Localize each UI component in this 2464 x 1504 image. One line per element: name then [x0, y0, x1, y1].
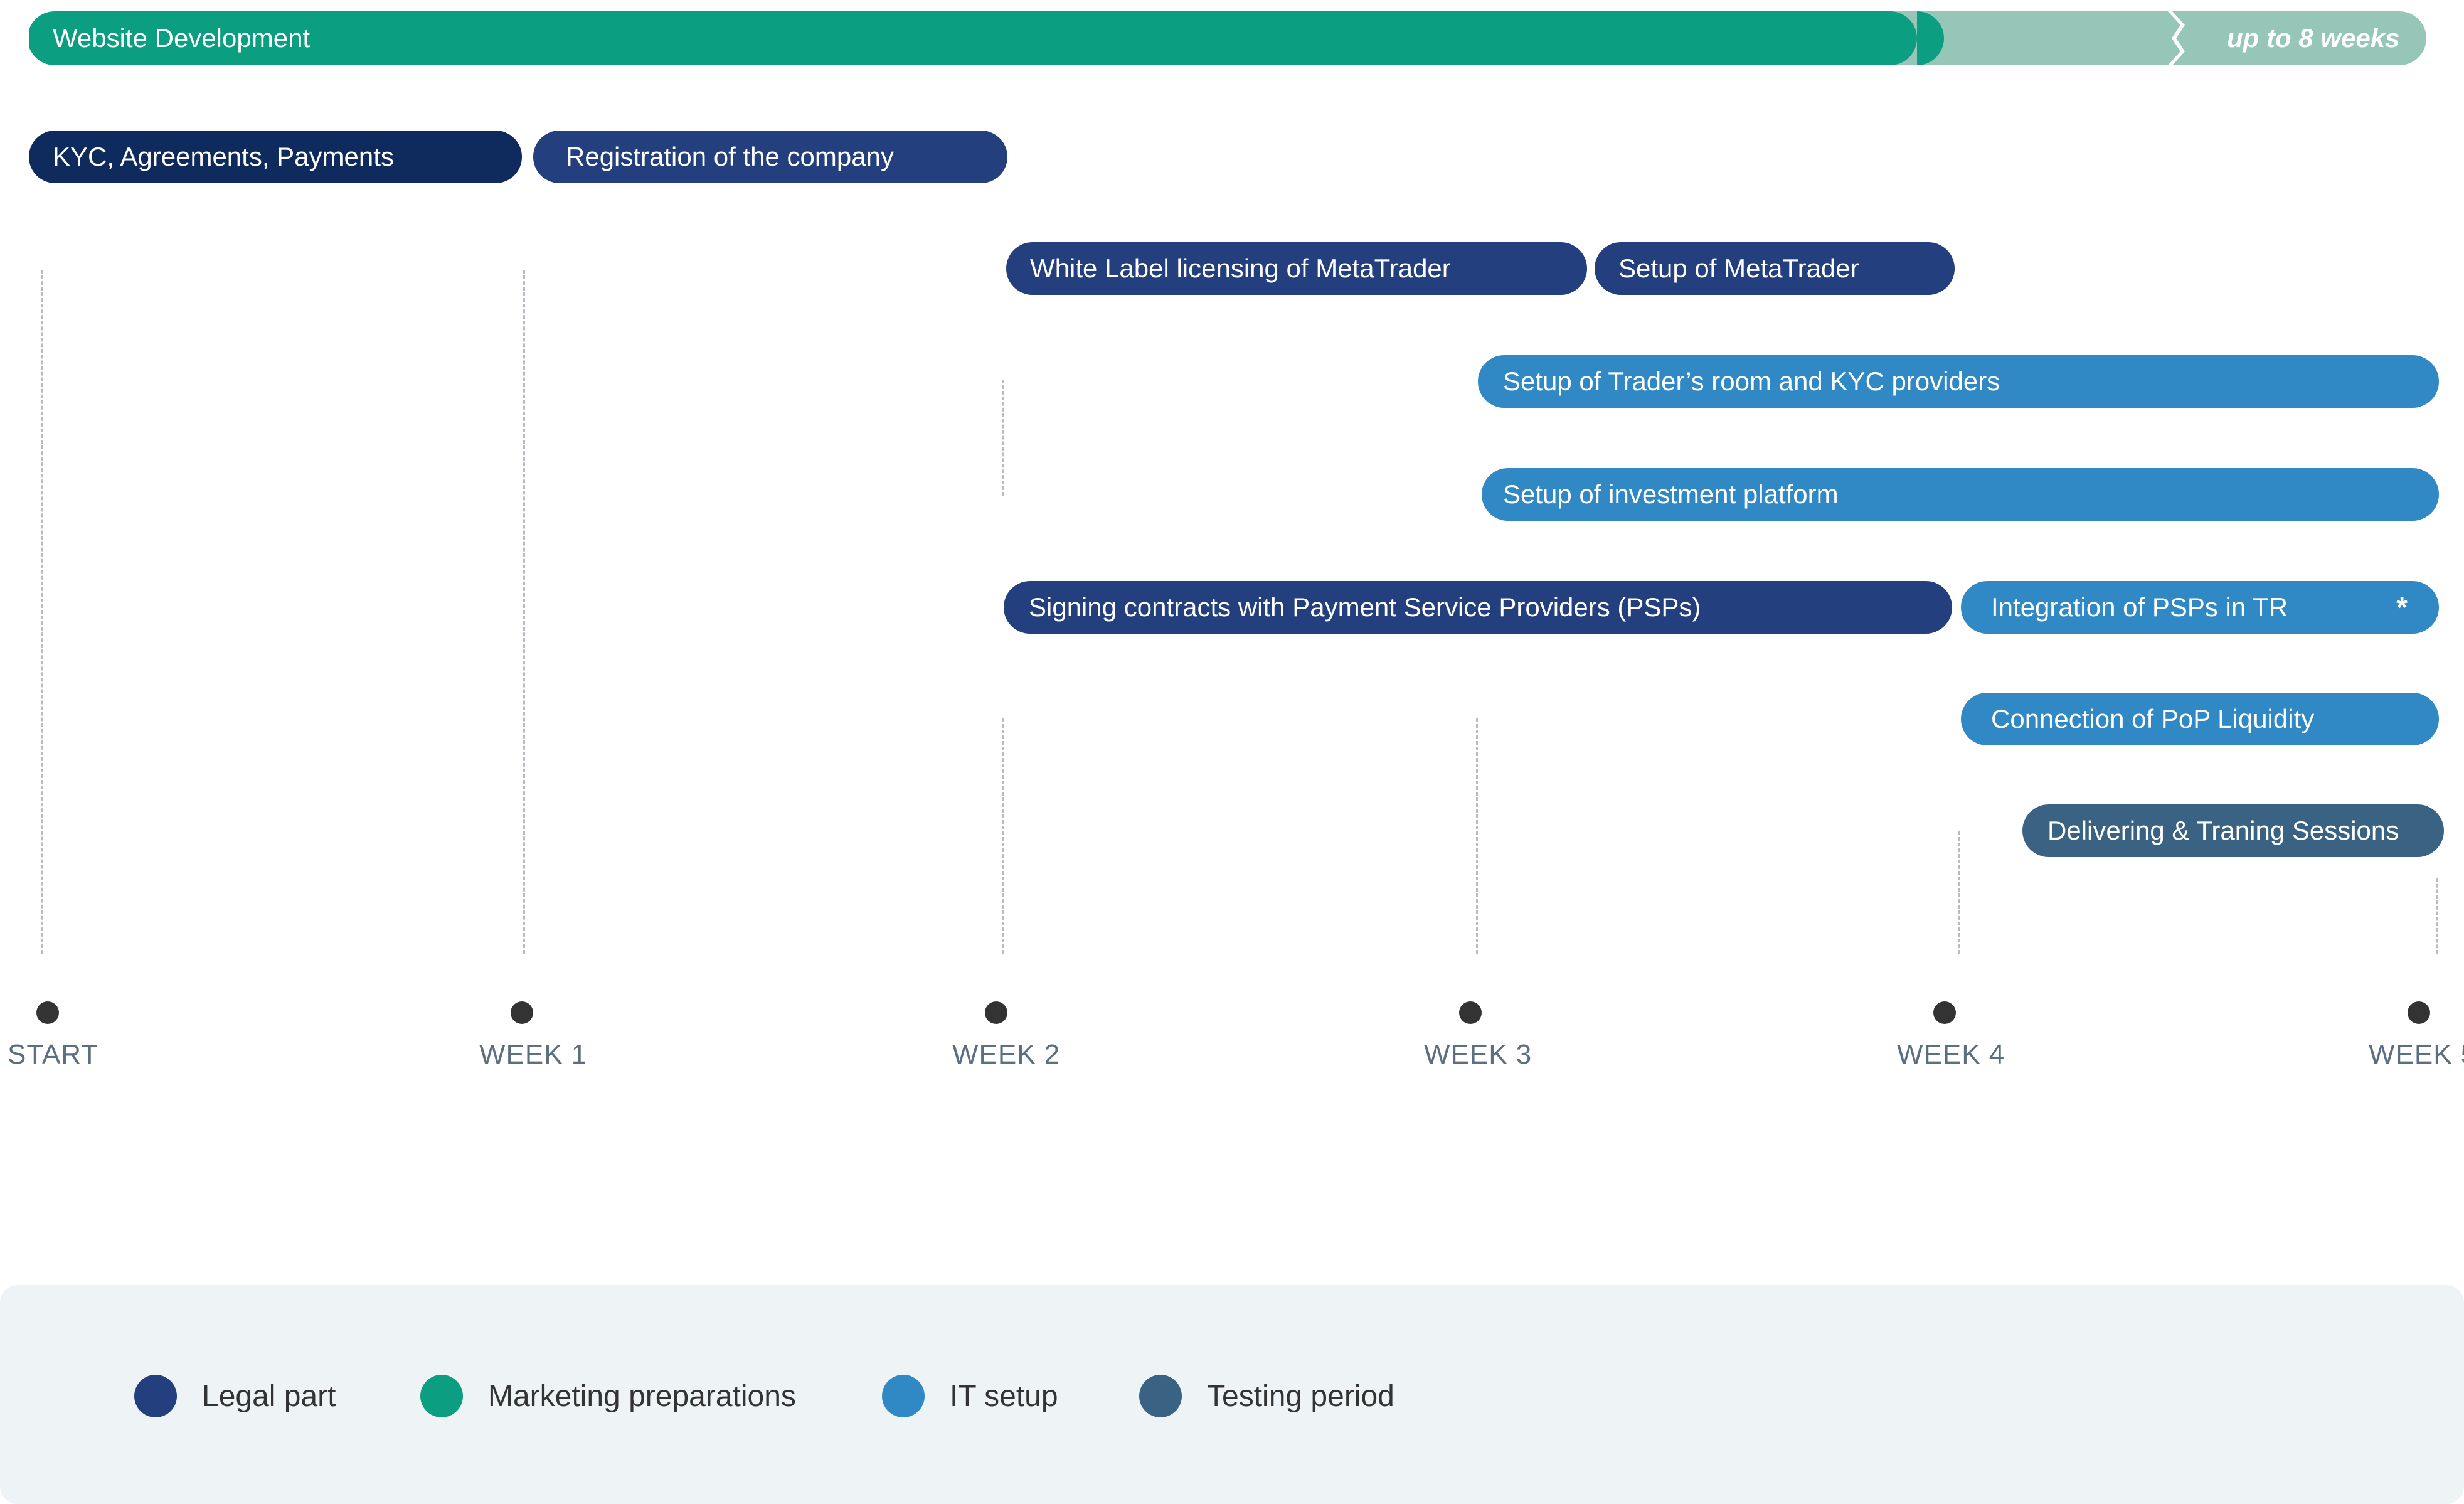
- axis-point: [36, 1001, 59, 1024]
- task-bar-kyc-agreements-payments: KYC, Agreements, Payments: [29, 131, 522, 183]
- task-bar-delivering-training: Delivering & Traning Sessions: [2022, 804, 2444, 857]
- legend-swatch-icon: [1139, 1375, 1182, 1417]
- axis-point: [2408, 1001, 2430, 1024]
- task-bar-label: Setup of MetaTrader: [1618, 253, 1859, 283]
- task-bar-label: Setup of Trader’s room and KYC providers: [1503, 366, 2000, 396]
- axis-label-start: START: [8, 1039, 99, 1070]
- task-bar-setup-traders-room: Setup of Trader’s room and KYC providers: [1478, 355, 2439, 408]
- task-bar-label: White Label licensing of MetaTrader: [1030, 253, 1451, 283]
- task-bar-connection-pop-liquidity: Connection of PoP Liquidity: [1961, 693, 2439, 745]
- task-bar-label: Setup of investment platform: [1503, 479, 1839, 509]
- task-bar-asterisk: *: [2396, 591, 2408, 624]
- task-bar-white-label-licensing: White Label licensing of MetaTrader: [1006, 242, 1587, 295]
- axis-point: [511, 1001, 533, 1024]
- task-bar-label: Connection of PoP Liquidity: [1991, 704, 2315, 733]
- axis-point: [985, 1001, 1007, 1024]
- task-bar-setup-metatrader: Setup of MetaTrader: [1595, 242, 1955, 295]
- legend-swatch-icon: [134, 1375, 177, 1417]
- legend-item-it: IT setup: [882, 1374, 1058, 1418]
- task-bar-label: Registration of the company: [566, 142, 894, 171]
- legend-swatch-icon: [882, 1375, 925, 1417]
- website-development-label: Website Development: [53, 23, 311, 53]
- week-guide-line: [41, 270, 43, 954]
- legend-item-testing: Testing period: [1139, 1374, 1394, 1418]
- legend-panel: Legal part Marketing preparations IT set…: [0, 1285, 2464, 1504]
- task-bar-registration-of-company: Registration of the company: [533, 131, 1007, 183]
- task-bar-signing-psp-contracts: Signing contracts with Payment Service P…: [1004, 581, 1952, 634]
- legend-label: IT setup: [950, 1379, 1058, 1413]
- week-guide-line: [1958, 831, 1960, 954]
- task-bar-label: KYC, Agreements, Payments: [53, 142, 394, 171]
- task-bar-label: Delivering & Traning Sessions: [2047, 816, 2399, 845]
- week-guide-line: [523, 270, 525, 954]
- legend-item-legal: Legal part: [134, 1374, 336, 1418]
- legend-label: Legal part: [202, 1379, 336, 1413]
- axis-label-week-5: WEEK 5: [2369, 1039, 2464, 1070]
- website-development-bar: [29, 11, 2426, 65]
- task-bar-setup-investment-platform: Setup of investment platform: [1482, 468, 2439, 521]
- axis-label-week-3: WEEK 3: [1424, 1039, 1532, 1070]
- week-guide-line: [1002, 718, 1004, 954]
- week-guide-line: [1476, 718, 1478, 954]
- legend-label: Testing period: [1207, 1379, 1394, 1413]
- task-bar-label: Integration of PSPs in TR: [1991, 592, 2288, 622]
- timeline-chart: Website Development up to 8 weeks KYC, A…: [0, 0, 2464, 1104]
- axis-point: [1933, 1001, 1956, 1024]
- website-extension-label: up to 8 weeks: [2227, 23, 2400, 53]
- week-guide-line: [1002, 380, 1004, 496]
- axis-label-week-1: WEEK 1: [479, 1039, 588, 1070]
- week-guide-line: [2436, 878, 2438, 954]
- legend-label: Marketing preparations: [488, 1379, 796, 1413]
- task-bar-label: Signing contracts with Payment Service P…: [1029, 592, 1701, 622]
- legend-swatch-icon: [420, 1375, 463, 1417]
- axis-label-week-4: WEEK 4: [1897, 1039, 2005, 1070]
- axis-label-week-2: WEEK 2: [952, 1039, 1061, 1070]
- axis-point: [1459, 1001, 1482, 1024]
- legend-item-marketing: Marketing preparations: [420, 1374, 796, 1418]
- task-bar-integration-psps: Integration of PSPs in TR *: [1961, 581, 2439, 634]
